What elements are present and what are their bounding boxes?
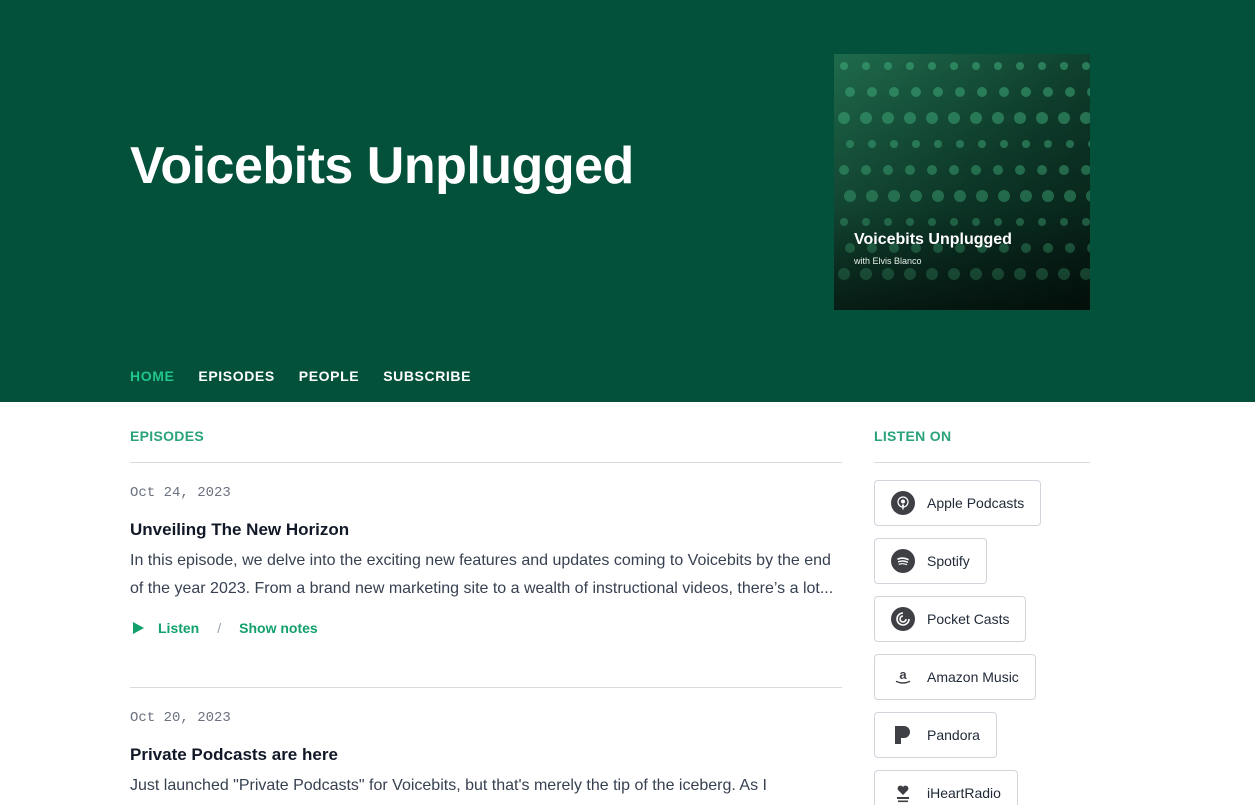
pocket-casts-icon: [891, 607, 915, 631]
platform-label: Pandora: [927, 727, 980, 743]
episode-divider: [130, 687, 842, 688]
listen-on-heading: LISTEN ON: [874, 428, 952, 444]
cover-title: Voicebits Unplugged: [854, 231, 1012, 248]
episodes-divider: [130, 462, 842, 463]
platform-label: Spotify: [927, 553, 970, 569]
svg-text:a: a: [899, 667, 907, 682]
platform-label: Apple Podcasts: [927, 495, 1025, 511]
nav-episodes[interactable]: EPISODES: [198, 368, 274, 384]
nav-home[interactable]: HOME: [130, 368, 174, 384]
main-nav: HOME EPISODES PEOPLE SUBSCRIBE: [130, 368, 495, 384]
amazon-music-icon: a: [891, 665, 915, 689]
pocket-casts-button[interactable]: Pocket Casts: [874, 596, 1027, 642]
platform-label: Amazon Music: [927, 669, 1019, 685]
spotify-button[interactable]: Spotify: [874, 538, 987, 584]
platform-label: iHeartRadio: [927, 785, 1001, 801]
episode-item: Oct 20, 2023 Private Podcasts are here J…: [130, 708, 842, 800]
iheartradio-icon: [891, 781, 915, 805]
nav-people[interactable]: PEOPLE: [299, 368, 359, 384]
iheartradio-button[interactable]: iHeartRadio: [874, 770, 1018, 805]
listen-on-divider: [874, 462, 1090, 463]
action-separator: /: [217, 620, 222, 636]
pandora-button[interactable]: Pandora: [874, 712, 997, 758]
podcast-title: Voicebits Unplugged: [130, 137, 634, 195]
episode-date: Oct 20, 2023: [130, 710, 231, 726]
episodes-heading: EPISODES: [130, 428, 204, 444]
cover-subtitle: with Elvis Blanco: [854, 256, 922, 266]
episode-item: Oct 24, 2023 Unveiling The New Horizon I…: [130, 483, 842, 639]
apple-podcasts-icon: [891, 491, 915, 515]
episode-title[interactable]: Unveiling The New Horizon: [130, 519, 842, 541]
podcast-cover-art: Voicebits Unplugged with Elvis Blanco: [834, 54, 1090, 310]
pandora-icon: [891, 723, 915, 747]
platform-label: Pocket Casts: [927, 611, 1010, 627]
show-notes-link[interactable]: Show notes: [239, 620, 318, 636]
episode-title[interactable]: Private Podcasts are here: [130, 744, 842, 766]
amazon-music-button[interactable]: a Amazon Music: [874, 654, 1036, 700]
play-icon[interactable]: [133, 622, 144, 634]
episode-actions: Listen / Show notes: [130, 617, 842, 639]
spotify-icon: [891, 549, 915, 573]
apple-podcasts-button[interactable]: Apple Podcasts: [874, 480, 1042, 526]
mixing-console-image: [834, 54, 1090, 310]
listen-link[interactable]: Listen: [158, 620, 199, 636]
episode-date: Oct 24, 2023: [130, 485, 231, 501]
nav-subscribe[interactable]: SUBSCRIBE: [383, 368, 471, 384]
episode-description: Just launched "Private Podcasts" for Voi…: [130, 777, 767, 794]
podcast-header: Voicebits Unplugged Voicebits Unplugged …: [0, 0, 1255, 402]
episode-description: In this episode, we delve into the excit…: [130, 552, 834, 597]
